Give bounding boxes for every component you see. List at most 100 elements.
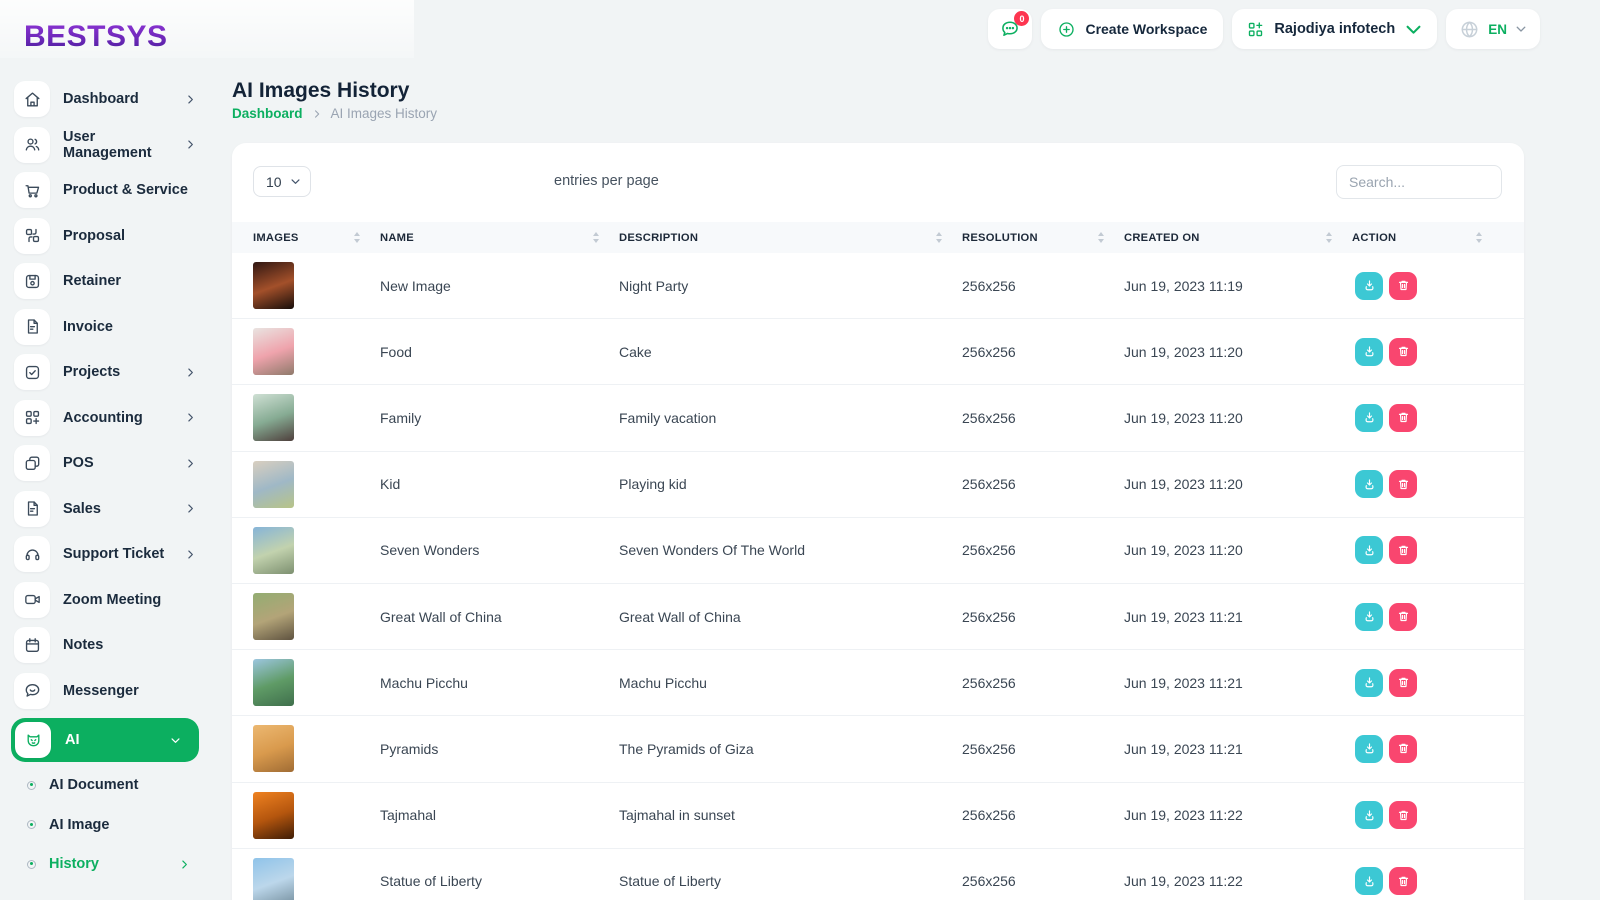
delete-button[interactable] — [1389, 867, 1417, 896]
resolution-cell: 256x256 — [962, 409, 1016, 426]
download-icon — [1362, 477, 1377, 492]
table-row: Family Family vacation 256x256 Jun 19, 2023… — [232, 385, 1524, 452]
sort-icon[interactable] — [354, 232, 360, 243]
sidebar-item-history[interactable]: History — [14, 847, 212, 881]
search-input[interactable] — [1336, 165, 1502, 199]
sidebar-item-pos[interactable]: POS — [14, 445, 212, 481]
home-icon-box — [14, 81, 50, 117]
created-on-cell: Jun 19, 2023 11:20 — [1124, 343, 1243, 360]
description-cell: The Pyramids of Giza — [619, 740, 754, 757]
delete-button[interactable] — [1389, 668, 1417, 697]
sidebar-item-dashboard[interactable]: Dashboard — [14, 81, 212, 117]
sort-icon[interactable] — [936, 232, 942, 243]
sidebar-item-user-management[interactable]: User Management — [14, 126, 212, 163]
table-controls: 10 entries per page — [232, 143, 1524, 222]
globe-icon — [1459, 19, 1480, 40]
ai-icon-box — [15, 722, 51, 758]
sidebar-item-ai[interactable]: AI — [11, 718, 199, 762]
create-workspace-button[interactable]: Create Workspace — [1041, 9, 1224, 49]
download-icon — [1362, 741, 1377, 756]
table-row: Food Cake 256x256 Jun 19, 2023 11:20 — [232, 319, 1524, 386]
sidebar-item-proposal[interactable]: Proposal — [14, 217, 212, 254]
chev-right-icon — [179, 859, 190, 870]
chevron-right-icon — [185, 549, 196, 560]
column-header-created-on[interactable]: Created On — [1124, 232, 1352, 244]
column-header-resolution[interactable]: Resolution — [962, 232, 1124, 244]
description-cell: Playing kid — [619, 476, 687, 493]
column-header-action[interactable]: Action — [1352, 232, 1502, 244]
download-button[interactable] — [1355, 337, 1383, 366]
chevron-right-icon — [185, 139, 196, 150]
sidebar-item-invoice[interactable]: Invoice — [14, 308, 212, 345]
entries-per-page-select[interactable]: 10 — [253, 166, 311, 197]
download-button[interactable] — [1355, 668, 1383, 697]
bullet-icon — [27, 859, 36, 869]
trash-icon — [1396, 543, 1411, 558]
messages-count-badge: 0 — [1014, 11, 1030, 26]
column-header-name[interactable]: Name — [380, 232, 619, 244]
sidebar-item-ai-image[interactable]: AI Image — [14, 808, 212, 842]
download-button[interactable] — [1355, 602, 1383, 631]
sort-icon[interactable] — [1326, 232, 1332, 243]
sidebar-item-label: Product & Service — [63, 182, 188, 198]
delete-button[interactable] — [1389, 536, 1417, 565]
delete-button[interactable] — [1389, 403, 1417, 432]
table-header-row: Images Name Description Resolution Creat… — [232, 222, 1524, 253]
description-cell: Seven Wonders Of The World — [619, 542, 805, 559]
sidebar-item-label: Messenger — [63, 682, 139, 699]
ai-icon — [24, 731, 43, 750]
sidebar-item-messenger[interactable]: Messenger — [14, 672, 212, 709]
sidebar-item-retainer[interactable]: Retainer — [14, 263, 212, 299]
language-selector[interactable]: EN — [1446, 9, 1540, 49]
delete-button[interactable] — [1389, 337, 1417, 366]
download-button[interactable] — [1355, 403, 1383, 432]
sidebar-item-label: Sales — [63, 500, 101, 517]
table-body: New Image Night Party 256x256 Jun 19, 2023 … — [232, 253, 1524, 900]
delete-button[interactable] — [1389, 602, 1417, 631]
column-header-images[interactable]: Images — [253, 232, 380, 244]
name-cell: Statue of Liberty — [380, 873, 482, 890]
created-on-cell: Jun 19, 2023 11:21 — [1124, 608, 1243, 625]
column-header-label: Images — [253, 231, 299, 244]
messages-button[interactable]: 0 — [988, 9, 1033, 49]
table-row: New Image Night Party 256x256 Jun 19, 2023 … — [232, 253, 1524, 320]
download-button[interactable] — [1355, 734, 1383, 763]
created-on-cell: Jun 19, 2023 11:20 — [1124, 409, 1243, 426]
workspace-selector[interactable]: Rajodiya infotech — [1232, 9, 1438, 49]
download-icon — [1362, 543, 1377, 558]
download-button[interactable] — [1355, 470, 1383, 499]
image-thumbnail — [253, 857, 294, 900]
name-cell: Great Wall of China — [380, 608, 502, 625]
download-button[interactable] — [1355, 801, 1383, 830]
images-cell — [253, 659, 380, 707]
delete-button[interactable] — [1389, 271, 1417, 300]
sidebar-item-ai-document[interactable]: AI Document — [14, 768, 212, 802]
trash-icon — [1396, 278, 1411, 293]
sidebar-item-product-and-service[interactable]: Product & Service — [14, 172, 212, 208]
download-button[interactable] — [1355, 867, 1383, 896]
sidebar-item-support-ticket[interactable]: Support Ticket — [14, 536, 212, 572]
download-button[interactable] — [1355, 536, 1383, 565]
sort-icon[interactable] — [1098, 232, 1104, 243]
sort-icon[interactable] — [1476, 232, 1482, 243]
image-thumbnail — [253, 262, 294, 310]
sort-icon[interactable] — [593, 232, 599, 243]
breadcrumb-dashboard-link[interactable]: Dashboard — [232, 106, 303, 121]
sidebar-item-notes[interactable]: Notes — [14, 627, 212, 663]
description-cell: Night Party — [619, 277, 689, 294]
sidebar-item-zoom-meeting[interactable]: Zoom Meeting — [14, 581, 212, 618]
sidebar-item-projects[interactable]: Projects — [14, 354, 212, 390]
download-button[interactable] — [1355, 271, 1383, 300]
delete-button[interactable] — [1389, 470, 1417, 499]
sidebar-item-accounting[interactable]: Accounting — [14, 399, 212, 436]
calendar-icon-box — [14, 627, 50, 663]
column-header-description[interactable]: Description — [619, 232, 962, 244]
delete-button[interactable] — [1389, 801, 1417, 830]
calendar-icon — [23, 636, 42, 655]
sidebar-item-sales[interactable]: Sales — [14, 490, 212, 527]
file-icon — [23, 499, 42, 518]
images-cell — [253, 262, 380, 310]
delete-button[interactable] — [1389, 734, 1417, 763]
sidebar-item-label: Projects — [63, 364, 121, 380]
users-icon-box — [14, 126, 50, 163]
